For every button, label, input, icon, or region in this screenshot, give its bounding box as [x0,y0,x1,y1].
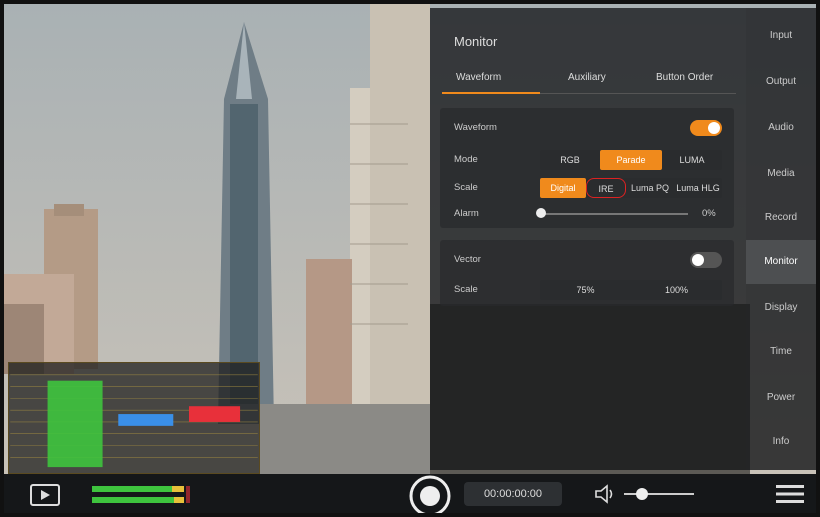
vector-scale-option-75[interactable]: 75% [540,280,631,300]
vector-scale-option-100[interactable]: 100% [631,280,722,300]
waveform-settings-group: Waveform Mode RGB Parade LUMA Scale Digi… [440,108,734,228]
nav-item-input[interactable]: Input [746,14,816,58]
mode-label: Mode [454,154,478,165]
scale-option-ire[interactable]: IRE [586,178,626,198]
speaker-icon[interactable] [594,484,618,504]
waveform-scope [8,362,260,474]
mode-option-luma[interactable]: LUMA [662,150,722,170]
tab-waveform[interactable]: Waveform [456,72,501,83]
volume-slider-thumb[interactable] [636,488,648,500]
nav-item-display[interactable]: Display [746,286,816,330]
scale-option-digital[interactable]: Digital [540,178,586,198]
mode-option-parade[interactable]: Parade [600,150,662,170]
volume-slider-track[interactable] [624,493,694,495]
waveform-toggle[interactable] [690,120,722,136]
nav-item-info[interactable]: Info [746,420,816,464]
panel-title: Monitor [454,34,498,49]
scale-option-luma-hlg[interactable]: Luma HLG [674,178,722,198]
monitor-settings-panel: Monitor Waveform Auxiliary Button Order … [430,8,746,470]
timecode-display: 00:00:00:00 [464,482,562,506]
active-tab-indicator [442,92,540,94]
vector-label: Vector [454,254,481,265]
alarm-label: Alarm [454,208,479,219]
scale-label: Scale [454,182,478,193]
alarm-value: 0% [702,208,716,219]
bottom-toolbar: 00:00:00:00 [4,474,816,513]
side-navigation: Input Output Audio Media Record Monitor … [746,8,816,470]
waveform-label: Waveform [454,122,497,133]
play-icon[interactable] [30,484,60,506]
menu-icon[interactable] [776,484,804,504]
scale-option-luma-pq[interactable]: Luma PQ [626,178,674,198]
waveform-blue-trace [118,414,174,426]
vector-toggle[interactable] [690,252,722,268]
monitor-screen: Monitor Waveform Auxiliary Button Order … [4,4,816,513]
nav-item-media[interactable]: Media [746,152,816,196]
mode-selector: RGB Parade LUMA [540,150,722,170]
waveform-red-trace [189,406,241,422]
nav-item-audio[interactable]: Audio [746,106,816,150]
tab-auxiliary[interactable]: Auxiliary [568,72,606,83]
mode-option-rgb[interactable]: RGB [540,150,600,170]
nav-item-time[interactable]: Time [746,330,816,374]
nav-item-record[interactable]: Record [746,196,816,240]
nav-item-power[interactable]: Power [746,376,816,420]
nav-item-monitor[interactable]: Monitor [746,240,816,284]
tab-button-order[interactable]: Button Order [656,72,713,83]
vector-settings-group: Vector Scale 75% 100% [440,240,734,306]
audio-level-meter [92,486,190,503]
scale-selector: Digital IRE Luma PQ Luma HLG [540,178,722,198]
alarm-slider-track[interactable] [540,213,688,215]
record-icon[interactable] [406,474,454,513]
waveform-green-trace [47,380,103,468]
vector-scale-selector: 75% 100% [540,280,722,300]
monitor-tabs: Waveform Auxiliary Button Order [442,68,736,94]
vector-scale-label: Scale [454,284,478,295]
nav-item-output[interactable]: Output [746,60,816,104]
alarm-slider-thumb[interactable] [536,208,546,218]
